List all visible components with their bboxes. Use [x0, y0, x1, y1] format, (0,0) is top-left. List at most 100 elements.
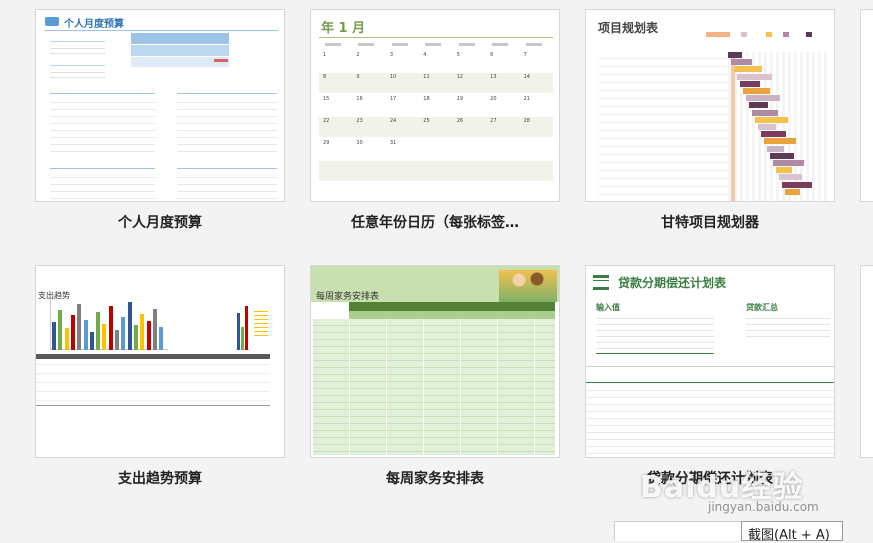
- gantt-bar: [776, 167, 792, 174]
- template-label-monthly-budget[interactable]: 个人月度预算: [35, 212, 285, 232]
- calendar-weekday-header: [525, 43, 542, 46]
- gantt-bar: [764, 138, 796, 145]
- template-card-partial-bottom[interactable]: [860, 265, 873, 458]
- calendar-preview: 年 1 月 1 2 3 4 5 6 7 8 9 10 11 12 13 14 15 16 17 18 19 20 21 2…: [311, 10, 559, 201]
- calendar-day: 1: [323, 52, 327, 58]
- budget-preview-title: 个人月度预算: [64, 19, 124, 30]
- calendar-day: 27: [490, 118, 497, 124]
- calendar-day: 16: [356, 96, 363, 102]
- template-card-monthly-budget[interactable]: 个人月度预算: [35, 9, 285, 202]
- spending-bar: [77, 304, 82, 350]
- gantt-bar: [734, 66, 762, 73]
- calendar-day: 24: [389, 118, 397, 124]
- calendar-day: 26: [456, 118, 464, 124]
- watermark-url: jingyan.baidu.com: [708, 500, 819, 514]
- template-label-spending-trend[interactable]: 支出趋势预算: [35, 468, 285, 488]
- calendar-day: 31: [389, 140, 397, 146]
- spending-bar: [89, 332, 94, 350]
- calendar-week-row: [319, 161, 553, 181]
- gantt-bar: [779, 174, 802, 181]
- gantt-bar: [731, 59, 752, 66]
- calendar-day: 8: [323, 74, 327, 80]
- calendar-day: 22: [323, 118, 330, 124]
- spending-bar: [152, 309, 157, 350]
- gantt-preview-title: 项目规划表: [598, 21, 659, 35]
- chores-preview: 每周家务安排表: [311, 266, 559, 457]
- spending-bar: [96, 312, 101, 350]
- gantt-bar: [770, 152, 794, 159]
- calendar-day: 2: [356, 52, 360, 58]
- calendar-day: 23: [356, 118, 363, 124]
- gantt-bar: [785, 188, 800, 195]
- template-card-weekly-chores[interactable]: 每周家务安排表: [310, 265, 560, 458]
- calendar-weekday-header: [325, 43, 341, 46]
- gantt-preview: 项目规划表: [586, 10, 834, 201]
- calendar-day: 21: [523, 96, 530, 102]
- calendar-day: 13: [490, 74, 497, 80]
- template-card-partial-top[interactable]: [860, 9, 873, 202]
- calendar-week-row: [319, 95, 553, 115]
- gantt-bar: [746, 95, 780, 102]
- calendar-day: 10: [389, 74, 397, 80]
- calendar-week-row: [319, 73, 553, 93]
- calendar-day: 7: [523, 52, 527, 58]
- spending-bar: [108, 306, 113, 350]
- spending-bar: [70, 315, 75, 350]
- calendar-day: 4: [423, 52, 427, 58]
- spending-bar: [58, 310, 63, 350]
- spending-bar: [127, 302, 132, 350]
- spending-bar: [146, 321, 151, 350]
- gantt-bar: [752, 109, 778, 116]
- template-label-calendar[interactable]: 任意年份日历（每张标签…: [310, 212, 560, 232]
- spending-bar: [52, 322, 56, 350]
- template-label-weekly-chores[interactable]: 每周家务安排表: [310, 468, 560, 488]
- gantt-bar: [782, 181, 812, 188]
- calendar-grid: 1 2 3 4 5 6 7 8 9 10 11 12 13 14 15 16 17 18 19 20 21 22 23 24 2…: [319, 43, 553, 181]
- calendar-day: 30: [356, 140, 363, 146]
- spending-bar: [102, 324, 107, 350]
- gantt-bar: [749, 102, 768, 109]
- template-card-gantt[interactable]: 项目规划表: [585, 9, 835, 202]
- spending-bars: [52, 298, 168, 350]
- gantt-bars: [728, 52, 828, 201]
- spending-bar: [115, 330, 119, 350]
- template-card-calendar[interactable]: 年 1 月 1 2 3 4 5 6 7 8 9 10 11 12 13 14 15 16 17 18 19 20 21 2…: [310, 9, 560, 202]
- calendar-day: 25: [423, 118, 430, 124]
- template-card-loan-amortization[interactable]: 贷款分期偿还计划表 输入值 贷款汇总: [585, 265, 835, 458]
- calendar-day: 17: [389, 96, 397, 102]
- spending-bar: [83, 320, 88, 350]
- calendar-day: 20: [490, 96, 497, 102]
- calendar-day: 12: [456, 74, 464, 80]
- spending-bar: [133, 325, 138, 350]
- loan-input-heading: 输入值: [596, 303, 620, 312]
- budget-logo-icon: [45, 17, 59, 26]
- calendar-week-row: [319, 117, 553, 137]
- spending-bar: [121, 317, 126, 350]
- calendar-day: 5: [456, 52, 460, 58]
- calendar-day: 19: [456, 96, 464, 102]
- spending-bar: [140, 314, 145, 350]
- calendar-weekday-header: [425, 43, 442, 46]
- calendar-day: 9: [356, 74, 360, 80]
- template-card-spending-trend[interactable]: 支出趋势: [35, 265, 285, 458]
- chores-preview-title: 每周家务安排表: [316, 292, 380, 302]
- template-label-gantt[interactable]: 甘特项目规划器: [585, 212, 835, 232]
- gantt-bar: [773, 160, 804, 166]
- calendar-day: 6: [490, 52, 494, 58]
- loan-preview-title: 贷款分期偿还计划表: [618, 276, 727, 290]
- calendar-day: 28: [523, 118, 530, 124]
- gantt-bar: [743, 88, 770, 94]
- gantt-bar: [728, 52, 742, 58]
- calendar-day: 29: [323, 140, 330, 146]
- calendar-weekday-header: [492, 43, 509, 46]
- calendar-week-row: [319, 139, 553, 159]
- gantt-bar: [740, 80, 760, 87]
- screenshot-tooltip: 截图(Alt + A): [741, 521, 843, 543]
- status-bar: [614, 521, 742, 541]
- gantt-bar: [767, 145, 784, 152]
- calendar-day: 3: [389, 52, 394, 58]
- calendar-preview-title: 年 1 月: [321, 21, 366, 36]
- calendar-week-row: [319, 51, 553, 71]
- spending-bar: [159, 327, 164, 350]
- budget-preview: 个人月度预算: [36, 10, 284, 201]
